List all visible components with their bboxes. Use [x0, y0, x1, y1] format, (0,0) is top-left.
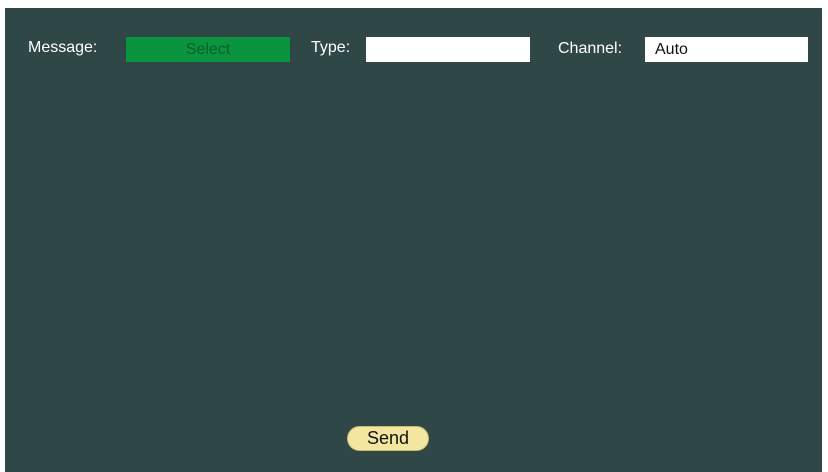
- channel-label: Channel:: [558, 40, 623, 57]
- send-button[interactable]: Send: [347, 426, 429, 451]
- message-label: Message:: [28, 39, 98, 56]
- type-label: Type:: [311, 39, 351, 56]
- type-input[interactable]: [366, 37, 530, 62]
- message-select-button[interactable]: Select: [126, 37, 290, 62]
- channel-input[interactable]: Auto: [645, 37, 808, 62]
- message-panel: Message: Select Type: Channel: Auto Send: [5, 8, 822, 472]
